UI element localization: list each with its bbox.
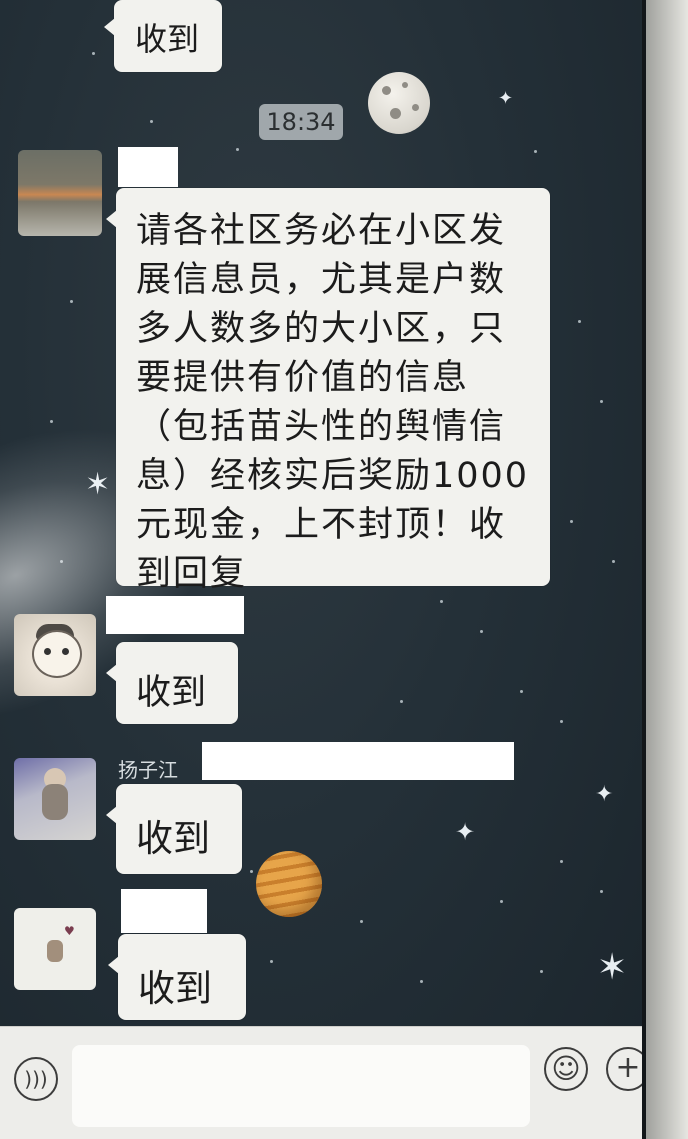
voice-icon[interactable]: )))	[14, 1057, 58, 1101]
message-text: 收到	[136, 673, 207, 713]
redacted-sender-name	[202, 742, 514, 780]
message-text: 请各社区务必在小区发展信息员，尤其是户数多人数多的大小区，只要提供有价值的信息（…	[136, 211, 530, 594]
star-icon: ✦	[498, 88, 514, 109]
message-bubble[interactable]: 收到	[108, 934, 246, 1020]
planet-decoration	[256, 851, 322, 917]
avatar[interactable]	[14, 758, 96, 840]
message-bubble[interactable]: 收到	[106, 784, 242, 874]
photo-frame: ✦ ✶ ✦ ✦ ✶ ✦ 18:34 收到	[0, 0, 688, 1139]
redacted-sender-name	[106, 596, 244, 634]
star-icon: ✶	[85, 467, 111, 502]
chat-timestamp: 18:34	[259, 104, 343, 140]
star-icon: ✦	[455, 818, 476, 846]
redacted-sender-name	[121, 889, 207, 933]
message-input[interactable]	[72, 1045, 530, 1127]
message-text: 收到	[136, 817, 210, 860]
avatar[interactable]: ♥	[14, 908, 96, 990]
star-icon: ✶	[597, 947, 628, 988]
message-bubble[interactable]: 收到	[104, 0, 222, 72]
moon-decoration	[368, 72, 430, 134]
avatar[interactable]	[18, 150, 102, 236]
input-bar: ))) ☺ +	[0, 1026, 642, 1139]
sender-name: 扬子江	[118, 758, 178, 782]
emoji-icon[interactable]: ☺	[544, 1047, 588, 1091]
avatar[interactable]	[14, 614, 96, 696]
redacted-sender-name	[118, 147, 178, 187]
chat-screen: ✦ ✶ ✦ ✦ ✶ ✦ 18:34 收到	[0, 0, 646, 1139]
star-icon: ✦	[595, 782, 614, 807]
message-bubble[interactable]: 收到	[106, 642, 238, 724]
plus-icon[interactable]: +	[606, 1047, 642, 1091]
message-text: 收到	[135, 20, 200, 58]
message-text: 收到	[138, 967, 212, 1010]
message-bubble[interactable]: 请各社区务必在小区发展信息员，尤其是户数多人数多的大小区，只要提供有价值的信息（…	[106, 188, 550, 594]
